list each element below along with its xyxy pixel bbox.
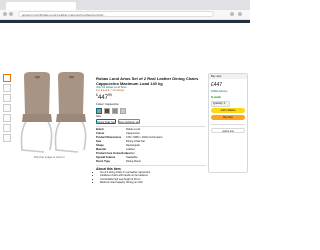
buy-new-tab[interactable]: Buy new: bbox=[209, 74, 247, 79]
gallery-thumbnail[interactable] bbox=[3, 124, 11, 132]
gallery-thumbnail[interactable] bbox=[3, 74, 11, 82]
back-icon[interactable] bbox=[3, 12, 7, 16]
divider bbox=[96, 126, 206, 127]
product-title: Robas Lund Artos Set of 2 Real Leather D… bbox=[96, 76, 199, 86]
buy-box bbox=[208, 73, 248, 173]
color-swatch[interactable] bbox=[120, 108, 126, 114]
about-list: Set of 2 dining chairs in real leather c… bbox=[96, 171, 210, 185]
buy-now-button[interactable]: Buy Now bbox=[211, 115, 245, 120]
divider bbox=[211, 124, 245, 125]
zoom-caption: Roll over image to zoom in bbox=[34, 156, 65, 159]
color-label: Colour: Cappuccino bbox=[96, 103, 119, 106]
size-option[interactable]: Free-cantilever set bbox=[118, 119, 140, 124]
menu-icon[interactable] bbox=[238, 12, 242, 16]
amazon-nav-bar bbox=[0, 20, 250, 23]
divider bbox=[96, 165, 206, 166]
browser-tab[interactable] bbox=[6, 2, 76, 10]
browser-toolbar: amazon.com/Robas-Lund-Leather-Cappuccino… bbox=[0, 10, 250, 20]
gallery-thumbnail[interactable] bbox=[3, 94, 11, 102]
quantity-select[interactable]: Quantity: 1 bbox=[211, 101, 230, 107]
chair-right bbox=[54, 72, 87, 153]
buybox-price: £447 bbox=[211, 82, 223, 88]
profile-icon[interactable] bbox=[230, 12, 234, 16]
color-swatch-cappuccino[interactable] bbox=[96, 108, 102, 114]
chair-left bbox=[20, 72, 53, 153]
color-swatch[interactable] bbox=[104, 108, 110, 114]
gallery-thumbnail[interactable] bbox=[3, 114, 11, 122]
address-bar[interactable]: amazon.com/Robas-Lund-Leather-Cappuccino… bbox=[18, 11, 214, 17]
stock-status: In stock bbox=[211, 96, 221, 99]
product-price: £44799 bbox=[96, 93, 112, 101]
gallery-thumbnail[interactable] bbox=[3, 104, 11, 112]
spec-row: Room Type Dining Room bbox=[96, 160, 141, 163]
delivery-info[interactable]: FREE delivery bbox=[211, 90, 228, 93]
browser-tab-bar bbox=[0, 0, 250, 10]
size-option[interactable]: Dining Chair Set bbox=[96, 119, 116, 124]
product-image[interactable] bbox=[14, 70, 94, 158]
add-to-basket-button[interactable]: Add to Basket bbox=[211, 108, 245, 113]
gallery-thumbnail[interactable] bbox=[3, 134, 11, 142]
about-item: Maximum load capacity 140 kg per chair bbox=[100, 181, 210, 184]
color-swatch[interactable] bbox=[112, 108, 118, 114]
forward-icon[interactable] bbox=[9, 12, 13, 16]
add-to-list-button[interactable]: Add to List bbox=[211, 128, 245, 133]
size-label: Size bbox=[96, 115, 102, 118]
gallery-thumbnail[interactable] bbox=[3, 84, 11, 92]
